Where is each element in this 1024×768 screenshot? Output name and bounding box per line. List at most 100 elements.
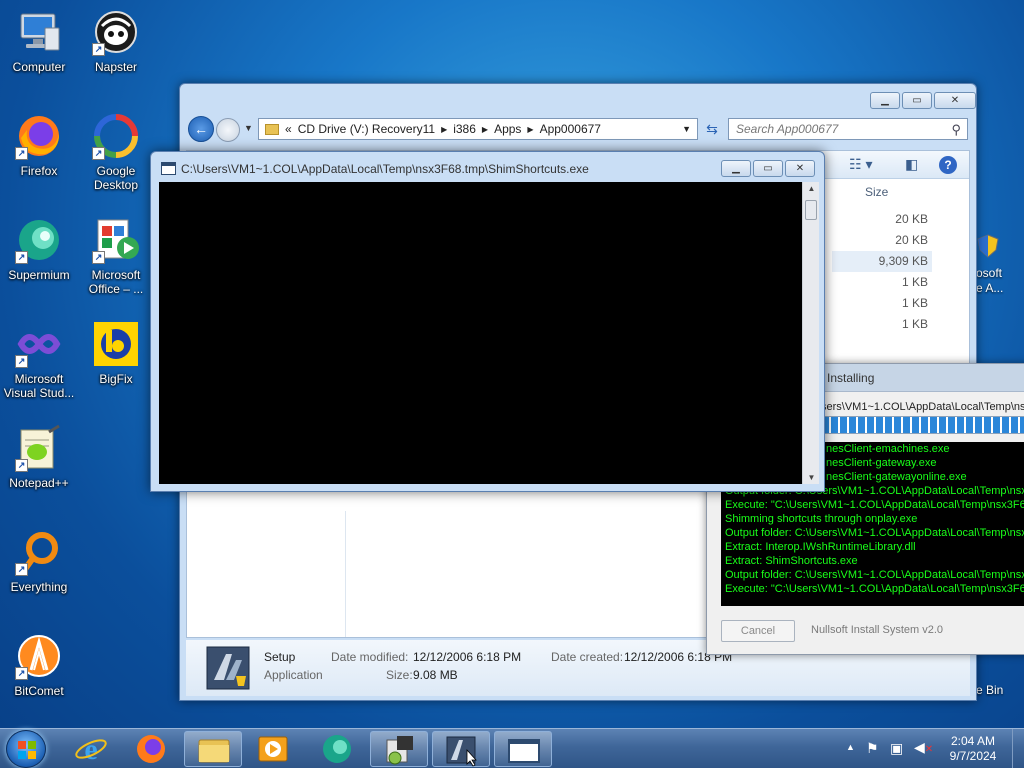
desktop-icon-label: Supermium xyxy=(8,268,70,282)
desktop-icon-napster[interactable]: ↗ Napster xyxy=(77,8,155,74)
minimize-button[interactable]: ▁ xyxy=(721,160,751,177)
search-input[interactable]: Search App000677 ⚲ xyxy=(728,118,968,140)
svg-text:e: e xyxy=(84,733,97,766)
bigfix-icon xyxy=(92,320,140,368)
visual-studio-icon: ↗ xyxy=(15,320,63,368)
file-size[interactable]: 20 KB xyxy=(832,209,932,230)
forward-button[interactable] xyxy=(216,118,240,142)
date-modified-value: 12/12/2006 6:18 PM xyxy=(413,650,522,664)
desktop-icon-notepadpp[interactable]: ↗ Notepad++ xyxy=(0,424,78,490)
setup-application-icon xyxy=(206,646,250,690)
napster-icon: ↗ xyxy=(92,8,140,56)
column-header-size[interactable]: Size xyxy=(865,185,888,199)
nav-pane-divider[interactable] xyxy=(345,511,346,637)
network-icon[interactable]: ▣ xyxy=(890,740,903,757)
desktop-icon-partial-office[interactable]: osoft e A... xyxy=(974,232,1024,296)
close-button[interactable]: ✕ xyxy=(934,92,976,109)
desktop-icon-supermium[interactable]: ↗ Supermium xyxy=(0,216,78,282)
taskbar: e ▲ ⚑ ▣ ◀✕ 2:04 AM 9/7/2024 xyxy=(0,728,1024,768)
show-hidden-icons-icon[interactable]: ▲ xyxy=(846,742,855,752)
desktop-icon-microsoft-office[interactable]: ↗ Microsoft Office – ... xyxy=(77,216,155,296)
address-row: ← ▼ « CD Drive (V:) Recovery11 ▶ i386 ▶ … xyxy=(186,116,968,142)
refresh-icon[interactable]: ⇆ xyxy=(701,118,723,140)
desktop-icon-visual-studio[interactable]: ↗ Microsoft Visual Stud... xyxy=(0,320,78,400)
start-button[interactable] xyxy=(6,730,46,768)
desktop-icon-computer[interactable]: Computer xyxy=(0,8,78,74)
clock-date: 9/7/2024 xyxy=(949,749,997,763)
chevron-right-icon[interactable]: ▶ xyxy=(527,125,533,134)
history-dropdown-icon[interactable]: ▼ xyxy=(244,123,253,133)
shortcut-arrow-icon: ↗ xyxy=(15,459,28,472)
taskbar-firefox[interactable] xyxy=(122,731,180,767)
breadcrumb-item[interactable]: CD Drive (V:) Recovery11 xyxy=(298,122,435,136)
log-line: Execute: "C:\Users\VM1~1.COL\AppData\Loc… xyxy=(725,499,1024,511)
help-icon[interactable]: ? xyxy=(939,156,957,174)
chevron-right-icon[interactable]: ▶ xyxy=(482,125,488,134)
breadcrumb-item[interactable]: App000677 xyxy=(540,122,601,136)
taskbar-supermium[interactable] xyxy=(308,731,366,767)
chevron-right-icon[interactable]: ▶ xyxy=(441,125,447,134)
address-dropdown-icon[interactable]: ▼ xyxy=(682,124,691,134)
file-size[interactable]: 1 KB xyxy=(832,314,932,335)
desktop-icon-bitcomet[interactable]: ↗ BitComet xyxy=(0,632,78,698)
partial-label: osoft xyxy=(976,266,1003,280)
clock-time: 2:04 AM xyxy=(950,734,996,748)
scroll-up-icon[interactable]: ▲ xyxy=(803,184,820,193)
shortcut-arrow-icon: ↗ xyxy=(15,147,28,160)
taskbar-setup[interactable] xyxy=(432,731,490,767)
breadcrumb-prefix[interactable]: « xyxy=(285,122,292,136)
address-bar[interactable]: « CD Drive (V:) Recovery11 ▶ i386 ▶ Apps… xyxy=(258,118,698,140)
desktop-icon-label: Google Desktop xyxy=(93,164,139,192)
views-icon[interactable]: ☷ ▾ xyxy=(849,156,872,173)
maximize-button[interactable]: ▭ xyxy=(902,92,932,109)
desktop-icon-bigfix[interactable]: BigFix xyxy=(77,320,155,386)
installer-icon xyxy=(386,736,413,765)
breadcrumb-item[interactable]: i386 xyxy=(453,122,476,136)
desktop-icon-firefox[interactable]: ↗ Firefox xyxy=(0,112,78,178)
close-button[interactable]: ✕ xyxy=(785,160,815,177)
file-size[interactable]: 20 KB xyxy=(832,230,932,251)
everything-icon: ↗ xyxy=(15,528,63,576)
windows-logo-icon xyxy=(18,741,36,759)
folder-icon xyxy=(265,123,279,135)
taskbar-internet-explorer[interactable]: e xyxy=(62,731,120,767)
media-player-icon xyxy=(258,736,288,762)
console-app-icon[interactable] xyxy=(161,162,176,175)
recycle-bin-partial-label[interactable]: e Bin xyxy=(976,683,1003,697)
bitcomet-icon: ↗ xyxy=(15,632,63,680)
shortcut-arrow-icon: ↗ xyxy=(92,147,105,160)
console-scrollbar[interactable]: ▲ ▼ xyxy=(802,182,819,484)
minimize-icon: ▁ xyxy=(881,95,889,106)
search-icon[interactable]: ⚲ xyxy=(951,120,961,140)
console-window[interactable]: C:\Users\VM1~1.COL\AppData\Local\Temp\ns… xyxy=(150,151,825,492)
desktop-icon-google-desktop[interactable]: ↗ Google Desktop xyxy=(77,112,155,192)
desktop-icon-everything[interactable]: ↗ Everything xyxy=(0,528,78,594)
shortcut-arrow-icon: ↗ xyxy=(15,667,28,680)
preview-pane-icon[interactable]: ◧ xyxy=(905,156,918,173)
console-output[interactable] xyxy=(159,182,802,484)
action-center-flag-icon[interactable]: ⚑ xyxy=(866,740,879,757)
desktop-icon-label: Microsoft Visual Stud... xyxy=(3,372,75,400)
taskbar-windows-explorer[interactable] xyxy=(184,731,242,767)
taskbar-media-player[interactable] xyxy=(244,731,302,767)
breadcrumb-item[interactable]: Apps xyxy=(494,122,521,136)
file-size[interactable]: 1 KB xyxy=(832,293,932,314)
install-progress-bar xyxy=(821,416,1024,434)
scroll-thumb[interactable] xyxy=(805,200,817,220)
minimize-button[interactable]: ▁ xyxy=(870,92,900,109)
size-value: 9.08 MB xyxy=(413,668,458,682)
scroll-down-icon[interactable]: ▼ xyxy=(803,473,820,482)
file-size[interactable]: 1 KB xyxy=(832,272,932,293)
file-size[interactable]: 9,309 KB xyxy=(832,251,932,272)
clock[interactable]: 2:04 AM 9/7/2024 xyxy=(940,734,1006,764)
back-button[interactable]: ← xyxy=(188,116,214,142)
volume-muted-icon[interactable]: ◀✕ xyxy=(914,739,933,756)
explorer-window-controls: ▁ ▭ ✕ xyxy=(870,92,976,109)
shortcut-arrow-icon: ↗ xyxy=(92,43,105,56)
taskbar-console[interactable] xyxy=(494,731,552,767)
show-desktop-button[interactable] xyxy=(1012,729,1024,768)
minimize-icon: ▁ xyxy=(732,163,740,174)
cancel-button[interactable]: Cancel xyxy=(721,620,795,642)
taskbar-installer[interactable] xyxy=(370,731,428,767)
maximize-button[interactable]: ▭ xyxy=(753,160,783,177)
